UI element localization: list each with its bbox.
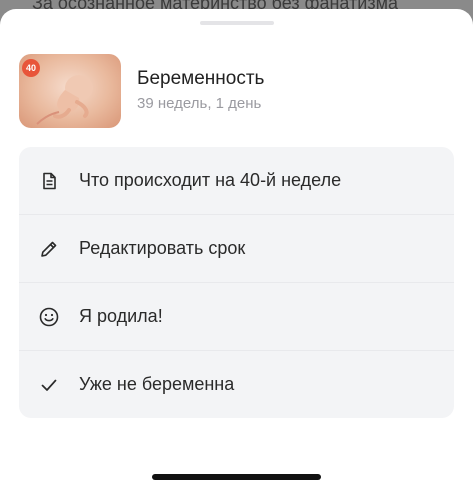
action-menu: Что происходит на 40-й неделе Редактиров… (19, 147, 454, 418)
menu-item-gave-birth[interactable]: Я родила! (19, 283, 454, 351)
sheet-grabber[interactable] (200, 21, 274, 25)
menu-item-not-pregnant[interactable]: Уже не беременна (19, 351, 454, 418)
bottom-sheet: 40 Беременность 39 недель, 1 день Что пр… (0, 9, 473, 500)
home-indicator[interactable] (152, 474, 321, 480)
menu-item-label: Я родила! (79, 306, 163, 326)
smile-icon (37, 305, 61, 329)
menu-item-edit-term[interactable]: Редактировать срок (19, 215, 454, 283)
checkmark-icon (37, 373, 61, 397)
pregnancy-header: 40 Беременность 39 недель, 1 день (19, 54, 454, 128)
menu-item-label: Редактировать срок (79, 238, 246, 258)
menu-item-week-info[interactable]: Что происходит на 40-й неделе (19, 147, 454, 215)
menu-item-label: Что происходит на 40-й неделе (79, 170, 342, 190)
sheet-title: Беременность (137, 68, 265, 89)
pencil-icon (37, 237, 61, 261)
document-icon (37, 169, 61, 193)
menu-item-label: Уже не беременна (79, 374, 235, 394)
fetus-thumbnail: 40 (19, 54, 121, 128)
pregnancy-duration: 39 недель, 1 день (137, 95, 262, 112)
week-badge: 40 (22, 59, 40, 77)
